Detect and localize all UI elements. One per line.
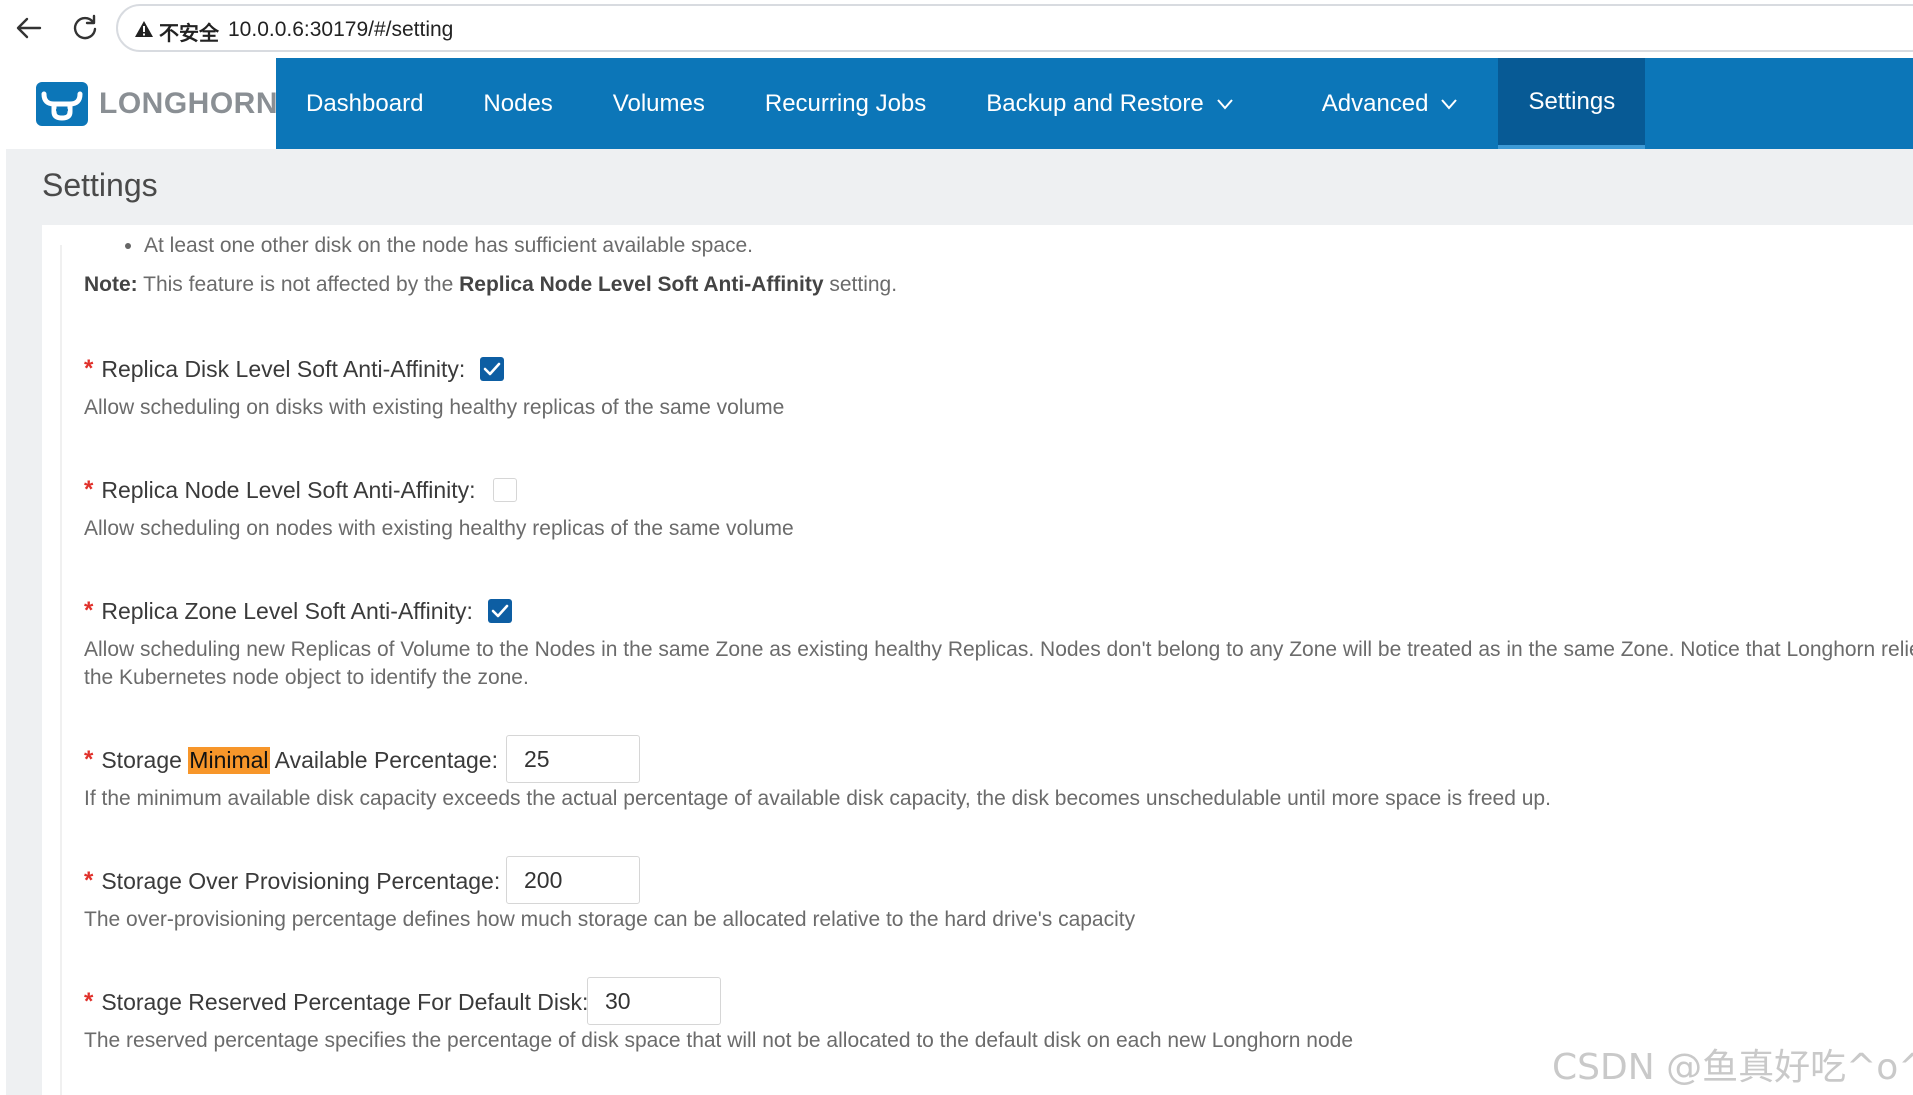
warning-icon[interactable] (134, 19, 154, 39)
setting-description: The over-provisioning percentage defines… (84, 908, 1136, 931)
url-text[interactable]: 10.0.0.6:30179/#/setting (228, 18, 453, 42)
replica-zone-soft-anti-affinity-checkbox[interactable] (488, 599, 512, 623)
label-text: Storage (101, 746, 189, 773)
required-mark: * (84, 867, 94, 894)
nav-label: Dashboard (306, 89, 424, 117)
reload-icon[interactable] (70, 14, 100, 42)
label-text: Storage Over Provisioning Percentage: (101, 867, 501, 894)
insecure-label[interactable]: 不安全 (159, 17, 219, 46)
nav-recurring-jobs[interactable]: Recurring Jobs (735, 58, 956, 149)
intro-bullet-text: At least one other disk on the node has … (144, 234, 754, 257)
chevron-down-icon (1216, 98, 1233, 110)
label-text: Storage Reserved Percentage For Default … (101, 988, 589, 1015)
note-bold: Replica Node Level Soft Anti-Affinity (459, 273, 824, 296)
label-text: Replica Node Level Soft Anti-Affinity: (101, 476, 476, 503)
setting-label-storage-over-provisioning-percentage: * Storage Over Provisioning Percentage: (84, 867, 500, 895)
nav-volumes[interactable]: Volumes (583, 58, 735, 149)
left-gutter (6, 225, 42, 1095)
main-nav: Dashboard Nodes Volumes Recurring Jobs B… (276, 58, 1646, 149)
required-mark: * (84, 476, 94, 503)
setting-label-storage-reserved-percentage-default-disk: * Storage Reserved Percentage For Default… (84, 988, 588, 1016)
setting-description: Allow scheduling new Replicas of Volume … (84, 638, 1913, 661)
setting-description: Allow scheduling on disks with existing … (84, 396, 785, 419)
setting-label-storage-minimal-available-percentage: * Storage Minimal Available Percentage: (84, 746, 498, 774)
note-text: setting. (823, 273, 898, 296)
nav-dashboard[interactable]: Dashboard (276, 58, 453, 149)
brand[interactable]: LONGHORN (6, 58, 278, 149)
setting-label-replica-disk-soft-anti-affinity: * Replica Disk Level Soft Anti-Affinity: (84, 355, 465, 383)
label-text: Replica Zone Level Soft Anti-Affinity: (101, 597, 473, 624)
setting-description: If the minimum available disk capacity e… (84, 787, 1551, 810)
storage-over-provisioning-percentage-input[interactable]: 200 (506, 856, 640, 904)
back-arrow-icon[interactable] (14, 14, 44, 42)
required-mark: * (84, 746, 94, 773)
label-text: Replica Disk Level Soft Anti-Affinity: (101, 355, 466, 382)
nav-label: Settings (1528, 87, 1616, 115)
nav-label: Backup and Restore (986, 89, 1204, 117)
setting-description: The reserved percentage specifies the pe… (84, 1029, 1353, 1052)
setting-description: the Kubernetes node object to identify t… (84, 666, 529, 689)
app-header: LONGHORN Dashboard Nodes Volumes Recurri… (6, 58, 1913, 149)
nav-label: Recurring Jobs (764, 89, 927, 117)
intro-note: Note: This feature is not affected by th… (84, 273, 897, 297)
nav-nodes[interactable]: Nodes (453, 58, 582, 149)
replica-node-soft-anti-affinity-checkbox[interactable] (493, 478, 517, 502)
setting-label-replica-node-soft-anti-affinity: * Replica Node Level Soft Anti-Affinity: (84, 476, 476, 504)
storage-minimal-available-percentage-input[interactable]: 25 (506, 735, 640, 783)
bullet-dot (125, 243, 131, 249)
brand-name: LONGHORN (99, 87, 278, 120)
label-text: Available Percentage: (269, 746, 498, 773)
replica-disk-soft-anti-affinity-checkbox[interactable] (480, 357, 504, 381)
search-highlight: Minimal (188, 746, 270, 774)
watermark: CSDN @鱼真好吃^o^ (1552, 1047, 1913, 1088)
nav-label: Nodes (483, 89, 553, 117)
required-mark: * (84, 355, 94, 382)
setting-description: Allow scheduling on nodes with existing … (84, 517, 794, 540)
nav-label: Advanced (1321, 89, 1429, 117)
page-title-bar: Settings (6, 149, 1913, 225)
storage-reserved-percentage-input[interactable]: 30 (587, 977, 721, 1025)
note-text: This feature is not affected by the (137, 273, 460, 296)
checkmark-icon (483, 362, 501, 376)
nav-label: Volumes (612, 89, 705, 117)
address-bar[interactable]: 不安全 10.0.0.6:30179/#/setting (116, 4, 1913, 52)
note-label: Note: (84, 273, 138, 296)
nav-settings[interactable]: Settings (1498, 58, 1646, 149)
required-mark: * (84, 597, 94, 624)
nav-advanced[interactable]: Advanced (1264, 58, 1489, 149)
panel-divider (60, 245, 62, 1095)
checkmark-icon (491, 604, 509, 618)
required-mark: * (84, 988, 94, 1015)
browser-toolbar: 不安全 10.0.0.6:30179/#/setting (0, 0, 1913, 54)
page-title: Settings (42, 167, 158, 203)
setting-label-replica-zone-soft-anti-affinity: * Replica Zone Level Soft Anti-Affinity: (84, 597, 473, 625)
chevron-down-icon (1441, 98, 1458, 110)
longhorn-logo-icon (36, 82, 88, 126)
nav-backup-and-restore[interactable]: Backup and Restore (956, 58, 1263, 149)
